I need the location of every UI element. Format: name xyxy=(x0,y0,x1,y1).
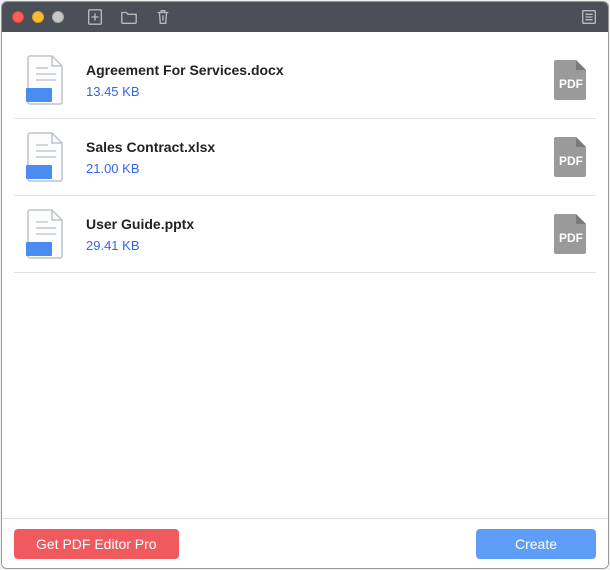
pdf-output-icon: PDF xyxy=(552,135,590,179)
document-icon xyxy=(22,54,70,106)
close-window-button[interactable] xyxy=(12,11,24,23)
create-button[interactable]: Create xyxy=(476,529,596,559)
app-window: Agreement For Services.docx 13.45 KB PDF xyxy=(1,1,609,569)
footer: Get PDF Editor Pro Create xyxy=(2,518,608,568)
pdf-output-icon: PDF xyxy=(552,58,590,102)
file-name: Agreement For Services.docx xyxy=(86,62,536,78)
file-size: 29.41 KB xyxy=(86,238,536,253)
file-info: Sales Contract.xlsx 21.00 KB xyxy=(86,139,536,176)
svg-text:PDF: PDF xyxy=(559,231,583,245)
list-view-icon[interactable] xyxy=(580,8,598,26)
document-icon xyxy=(22,131,70,183)
file-name: User Guide.pptx xyxy=(86,216,536,232)
svg-text:PDF: PDF xyxy=(559,77,583,91)
file-size: 21.00 KB xyxy=(86,161,536,176)
folder-icon[interactable] xyxy=(120,8,138,26)
maximize-window-button[interactable] xyxy=(52,11,64,23)
file-size: 13.45 KB xyxy=(86,84,536,99)
file-name: Sales Contract.xlsx xyxy=(86,139,536,155)
document-icon xyxy=(22,208,70,260)
svg-text:PDF: PDF xyxy=(559,154,583,168)
trash-icon[interactable] xyxy=(154,8,172,26)
file-info: Agreement For Services.docx 13.45 KB xyxy=(86,62,536,99)
file-row[interactable]: Agreement For Services.docx 13.45 KB PDF xyxy=(14,42,596,119)
minimize-window-button[interactable] xyxy=(32,11,44,23)
file-list-area: Agreement For Services.docx 13.45 KB PDF xyxy=(2,32,608,518)
get-pro-button[interactable]: Get PDF Editor Pro xyxy=(14,529,179,559)
add-file-icon[interactable] xyxy=(86,8,104,26)
traffic-lights xyxy=(12,11,64,23)
file-row[interactable]: User Guide.pptx 29.41 KB PDF xyxy=(14,196,596,273)
titlebar xyxy=(2,2,608,32)
file-list: Agreement For Services.docx 13.45 KB PDF xyxy=(14,42,596,273)
pdf-output-icon: PDF xyxy=(552,212,590,256)
toolbar xyxy=(86,8,172,26)
file-row[interactable]: Sales Contract.xlsx 21.00 KB PDF xyxy=(14,119,596,196)
file-info: User Guide.pptx 29.41 KB xyxy=(86,216,536,253)
